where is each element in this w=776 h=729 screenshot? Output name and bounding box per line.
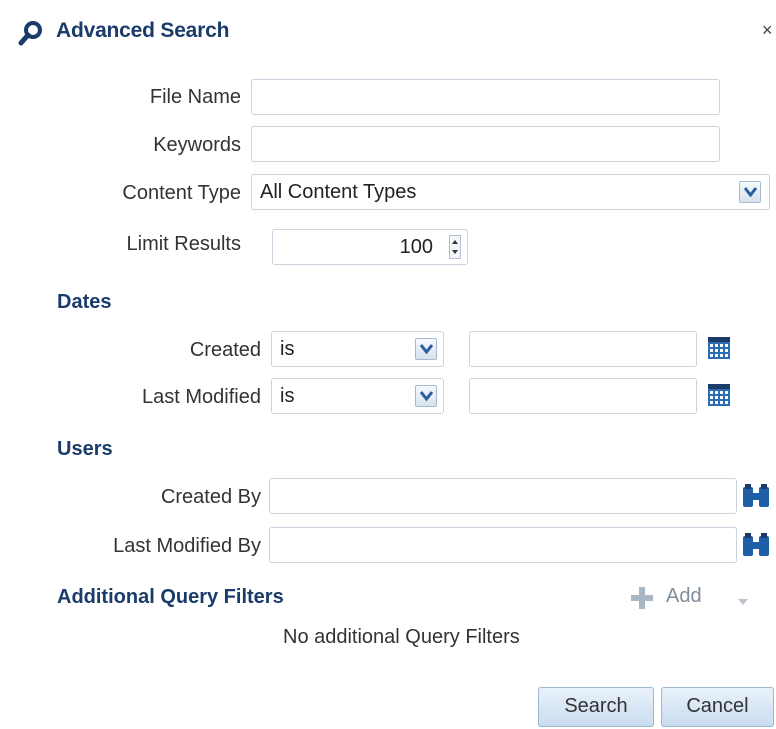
created-by-label: Created By: [160, 486, 261, 508]
binoculars-icon[interactable]: [742, 533, 770, 557]
no-filters-message: No additional Query Filters: [283, 626, 520, 648]
close-icon[interactable]: ×: [762, 20, 773, 41]
last-modified-by-input[interactable]: [269, 527, 737, 563]
keywords-label: Keywords: [153, 134, 241, 156]
file-name-label: File Name: [149, 86, 241, 108]
content-type-value: All Content Types: [260, 181, 417, 203]
keywords-input[interactable]: [251, 126, 720, 162]
last-modified-date-input[interactable]: [469, 378, 697, 414]
binoculars-icon[interactable]: [742, 484, 770, 508]
search-button[interactable]: Search: [538, 687, 654, 727]
last-modified-by-label: Last Modified By: [113, 535, 261, 557]
created-operator-select[interactable]: is: [271, 331, 444, 367]
created-by-input[interactable]: [269, 478, 737, 514]
content-type-label: Content Type: [122, 182, 241, 204]
chevron-down-icon[interactable]: [737, 594, 749, 605]
search-icon: [18, 20, 44, 46]
content-type-select[interactable]: All Content Types: [251, 174, 770, 210]
last-modified-operator-value: is: [280, 385, 295, 407]
limit-results-label: Limit Results: [126, 233, 241, 255]
file-name-input[interactable]: [251, 79, 720, 115]
calendar-icon[interactable]: [707, 383, 731, 407]
created-operator-value: is: [280, 338, 295, 360]
limit-results-value: 100: [399, 236, 433, 258]
created-date-input[interactable]: [469, 331, 697, 367]
plus-icon: [630, 586, 654, 610]
filters-heading: Additional Query Filters: [57, 586, 284, 608]
dates-heading: Dates: [57, 291, 112, 313]
chevron-down-icon[interactable]: [415, 385, 437, 407]
chevron-down-icon[interactable]: [415, 338, 437, 360]
stepper-arrows-icon[interactable]: [449, 235, 461, 259]
users-heading: Users: [57, 438, 113, 460]
limit-results-stepper[interactable]: 100: [272, 229, 468, 265]
cancel-button[interactable]: Cancel: [661, 687, 774, 727]
dialog-title: Advanced Search: [56, 19, 230, 42]
last-modified-operator-select[interactable]: is: [271, 378, 444, 414]
last-modified-label: Last Modified: [142, 386, 261, 408]
created-label: Created: [189, 339, 261, 361]
calendar-icon[interactable]: [707, 336, 731, 360]
add-filter-label: Add: [666, 585, 702, 607]
chevron-down-icon[interactable]: [739, 181, 761, 203]
